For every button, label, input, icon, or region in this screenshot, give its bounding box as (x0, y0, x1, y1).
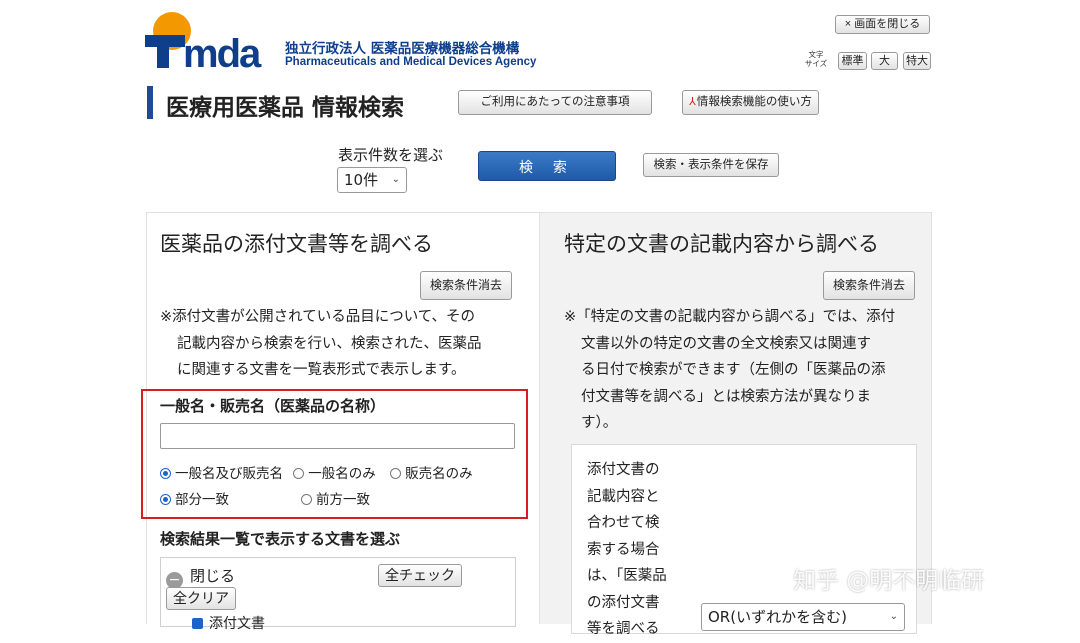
radio-generic-and-brand[interactable]: 一般名及び販売名 (160, 466, 283, 482)
combine-mode-select[interactable]: OR(いずれかを含む) ⌄ (701, 603, 905, 631)
radio-empty-icon (390, 468, 402, 479)
font-size-standard-button[interactable]: 標準 (838, 52, 867, 70)
radio-empty-icon (301, 494, 312, 505)
radio-partial-match[interactable]: 部分一致 (160, 492, 229, 508)
radio-match-group: 部分一致 前方一致 (160, 488, 370, 508)
radio-brand-only[interactable]: 販売名のみ (390, 466, 473, 482)
usage-notice-button[interactable]: ご利用にあたっての注意事項 (458, 90, 652, 115)
title-accent-bar (147, 86, 153, 119)
svg-text:mda: mda (183, 32, 262, 70)
pdf-icon: ⅄ (689, 96, 696, 108)
radio-prefix-match[interactable]: 前方一致 (301, 488, 370, 508)
collapse-toggle[interactable]: − 閉じる (166, 565, 235, 589)
radio-generic-only[interactable]: 一般名のみ (293, 466, 376, 482)
org-name-jp: 独立行政法人 医薬品医療機器総合機構 (285, 41, 520, 57)
howto-button[interactable]: ⅄情報検索機能の使い方 (682, 90, 819, 115)
close-screen-button[interactable]: × 画面を閉じる (835, 15, 930, 34)
left-clear-conditions-button[interactable]: 検索条件消去 (420, 271, 512, 300)
pmda-logo[interactable]: mda 独立行政法人 医薬品医療機器総合機構 Pharmaceuticals a… (145, 10, 545, 72)
clear-all-button[interactable]: 全クリア (166, 587, 236, 610)
combine-search-description: 添付文書の 記載内容と 合わせて検 索する場合 は、「医薬品 の添付文書 等を調… (587, 462, 667, 637)
right-clear-conditions-button[interactable]: 検索条件消去 (823, 271, 915, 300)
right-panel-title: 特定の文書の記載内容から調べる (564, 232, 879, 256)
display-count-select[interactable]: 10件 ⌄ (337, 167, 407, 193)
radio-selected-icon (160, 468, 171, 479)
chevron-down-icon: ⌄ (391, 174, 400, 185)
right-panel-description: ※「特定の文書の記載内容から調べる」では、添付 文書以外の特定の文書の全文検索又… (564, 309, 896, 431)
save-conditions-button[interactable]: 検索・表示条件を保存 (643, 153, 779, 177)
watermark: 知乎 @明不明临研 (793, 568, 985, 594)
drug-name-label: 一般名・販売名（医薬品の名称） (160, 397, 386, 415)
font-size-large-button[interactable]: 大 (871, 52, 898, 70)
font-size-xlarge-button[interactable]: 特大 (903, 52, 931, 70)
pmda-logo-mark: mda (145, 12, 264, 70)
radio-selected-icon (160, 494, 171, 505)
drug-name-input[interactable] (160, 423, 515, 449)
left-panel-title: 医薬品の添付文書等を調べる (160, 232, 433, 256)
font-size-label: 文字 サイズ (804, 50, 828, 68)
page-title: 医療用医薬品 情報検索 (166, 95, 405, 121)
chevron-down-icon: ⌄ (889, 611, 898, 622)
org-name-en: Pharmaceuticals and Medical Devices Agen… (285, 56, 537, 68)
search-button[interactable]: 検 索 (478, 151, 616, 181)
radio-target-group: 一般名及び販売名 一般名のみ 販売名のみ (160, 462, 473, 482)
doc-select-title: 検索結果一覧で表示する文書を選ぶ (160, 530, 401, 548)
radio-empty-icon (293, 468, 305, 479)
doc-checkbox-package-insert[interactable]: 添付文書 (192, 613, 265, 633)
left-panel-description: ※添付文書が公開されている品目について、その 記載内容から検索を行い、検索された… (160, 309, 482, 378)
check-all-button[interactable]: 全チェック (378, 564, 462, 587)
display-count-label: 表示件数を選ぶ (338, 146, 444, 164)
